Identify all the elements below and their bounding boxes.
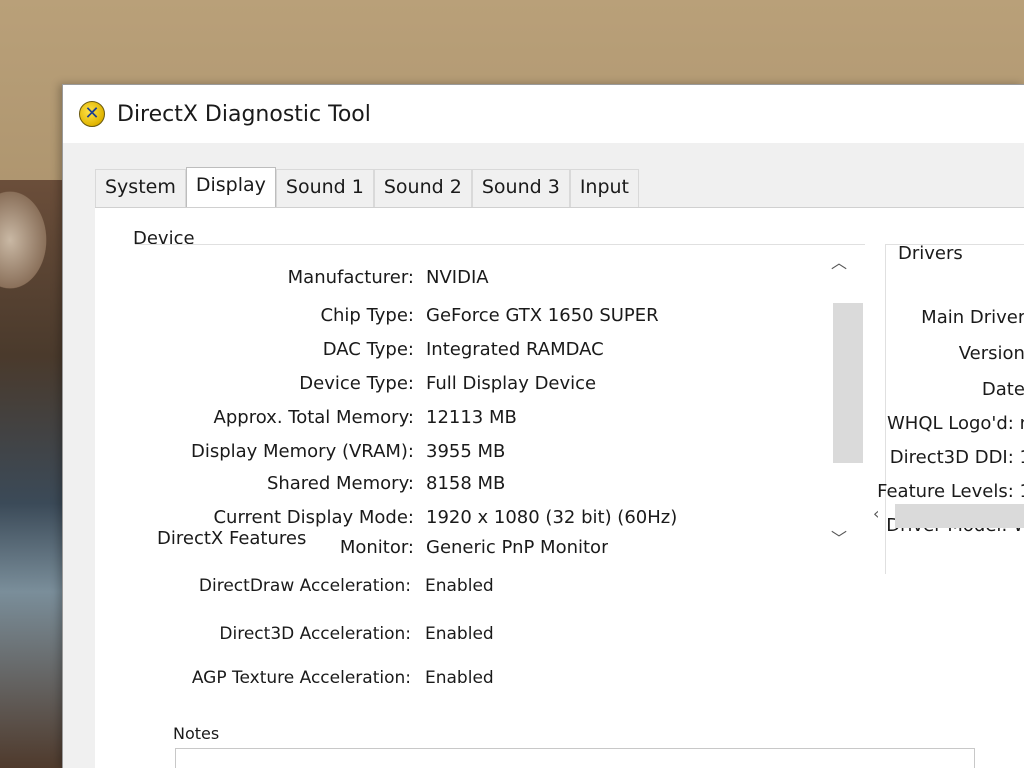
tab-system[interactable]: System [95, 169, 186, 207]
chevron-down-icon[interactable]: ﹀ [831, 525, 847, 549]
device-row-value: NVIDIA [426, 267, 489, 288]
device-row-value: GeForce GTX 1650 SUPER [426, 305, 659, 326]
feature-row-agp-texture: AGP Texture Acceleration: Enabled [175, 668, 494, 688]
device-row-value: 12113 MB [426, 407, 517, 428]
chevron-up-icon[interactable]: ︿ [831, 249, 847, 273]
device-row-label: DAC Type: [322, 339, 414, 360]
device-row-total-memory: Approx. Total Memory: 12113 MB [135, 407, 517, 437]
feature-row-value: Enabled [425, 668, 494, 688]
notes-group-label: Notes [173, 724, 220, 743]
driver-row-label: Direct3D DDI: [889, 447, 1014, 468]
driver-row-whql: WHQL Logo'd: n [887, 413, 1024, 434]
driver-row-main-driver: Main Driver: [921, 307, 1024, 328]
device-row-label: Device Type: [299, 373, 414, 394]
feature-row-label: DirectDraw Acceleration: [198, 576, 411, 596]
feature-row-value: Enabled [425, 576, 494, 596]
device-row-value: 3955 MB [426, 441, 506, 462]
title-bar[interactable]: ✕ DirectX Diagnostic Tool [63, 85, 1024, 143]
device-row-label: Display Memory (VRAM): [190, 441, 414, 462]
device-row-label: Approx. Total Memory: [213, 407, 414, 428]
driver-row-label: Date: [981, 379, 1024, 400]
feature-row-directdraw: DirectDraw Acceleration: Enabled [175, 576, 494, 596]
device-row-label: Manufacturer: [287, 267, 414, 288]
drivers-horizontal-scrollbar[interactable]: ‹ [865, 504, 1024, 528]
tab-sound-2[interactable]: Sound 2 [373, 169, 472, 207]
device-row-label: Shared Memory: [266, 473, 414, 494]
driver-row-date: Date: [982, 379, 1024, 400]
driver-row-label: Main Driver: [921, 307, 1024, 328]
tab-sound-1[interactable]: Sound 1 [275, 169, 374, 207]
dxdiag-window: ✕ DirectX Diagnostic Tool System Display… [62, 84, 1024, 768]
driver-row-value: n [1020, 413, 1024, 434]
device-scrollbar[interactable]: ︿ ﹀ [825, 245, 863, 548]
driver-row-d3d-ddi: Direct3D DDI: 1 [890, 447, 1024, 468]
device-row-value: 1920 x 1080 (32 bit) (60Hz) [426, 507, 678, 528]
driver-row-value: 1 [1020, 481, 1024, 502]
window-title: DirectX Diagnostic Tool [117, 101, 371, 127]
device-row-device-type: Device Type: Full Display Device [135, 373, 596, 403]
feature-row-label: Direct3D Acceleration: [219, 624, 411, 644]
device-row-value: 8158 MB [426, 473, 506, 494]
notes-textbox[interactable] [175, 748, 975, 768]
device-row-vram: Display Memory (VRAM): 3955 MB [135, 441, 505, 471]
tab-strip: System Display Sound 1 Sound 2 Sound 3 I… [95, 167, 640, 207]
device-row-value: Integrated RAMDAC [426, 339, 604, 360]
tab-input[interactable]: Input [569, 169, 640, 207]
scrollbar-thumb[interactable] [895, 504, 1024, 528]
device-row-value: Full Display Device [426, 373, 597, 394]
feature-row-value: Enabled [425, 624, 494, 644]
feature-row-label: AGP Texture Acceleration: [191, 668, 411, 688]
scrollbar-thumb[interactable] [833, 303, 863, 463]
device-row-label: Chip Type: [320, 305, 414, 326]
features-group-label: DirectX Features [157, 528, 307, 549]
device-row-chip-type: Chip Type: GeForce GTX 1650 SUPER [135, 305, 659, 335]
tab-sound-3[interactable]: Sound 3 [471, 169, 570, 207]
chevron-left-icon[interactable]: ‹ [873, 504, 879, 523]
device-row-shared-memory: Shared Memory: 8158 MB [135, 473, 505, 503]
driver-row-feature-levels: Feature Levels: 1 [877, 481, 1024, 502]
device-row-value: Generic PnP Monitor [426, 537, 609, 555]
driver-row-label: Version: [958, 343, 1024, 364]
directx-icon: ✕ [79, 101, 105, 127]
feature-row-direct3d: Direct3D Acceleration: Enabled [175, 624, 494, 644]
device-info-list[interactable]: Manufacturer: NVIDIA Chip Type: GeForce … [135, 244, 865, 555]
driver-row-label: Feature Levels: [877, 481, 1014, 502]
driver-row-label: WHQL Logo'd: [886, 413, 1014, 434]
device-row-dac-type: DAC Type: Integrated RAMDAC [135, 339, 604, 369]
drivers-group-label: Drivers [898, 243, 963, 264]
driver-row-value: 1 [1020, 447, 1024, 468]
device-row-manufacturer: Manufacturer: NVIDIA [135, 267, 489, 297]
driver-row-version: Version: [959, 343, 1024, 364]
display-panel: Device Manufacturer: NVIDIA Chip Type: G… [95, 207, 1024, 768]
tab-display[interactable]: Display [185, 167, 276, 207]
